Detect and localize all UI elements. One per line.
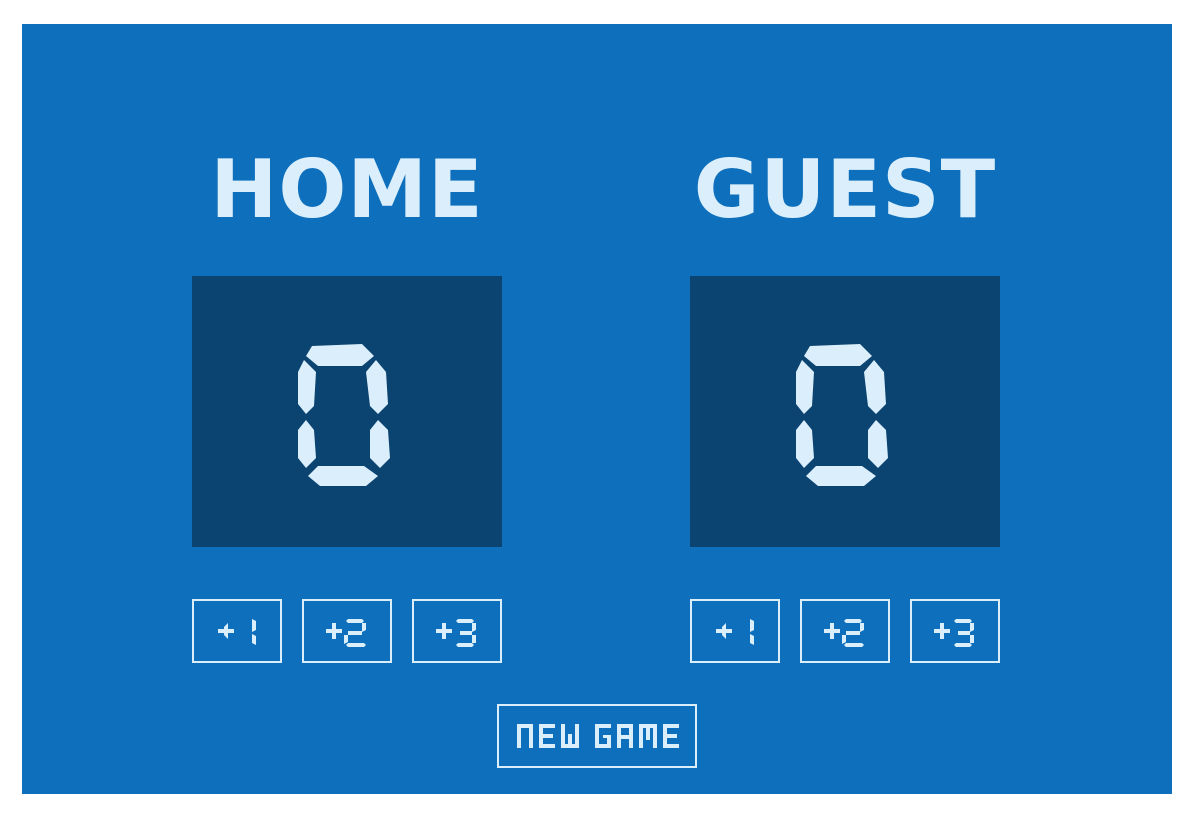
- home-score-buttons: +1 +2: [192, 599, 502, 663]
- new-game-glyphs: [517, 724, 679, 748]
- guest-score-display: 0: [690, 276, 1000, 547]
- home-plus-1-button[interactable]: +1: [192, 599, 282, 663]
- guest-plus-1-button[interactable]: +1: [690, 599, 780, 663]
- plus-1-glyph: [716, 619, 754, 645]
- plus-2-glyph: [824, 619, 864, 647]
- guest-plus-3-button[interactable]: +3: [910, 599, 1000, 663]
- guest-score-digit: [796, 344, 888, 486]
- guest-team-label: GUEST: [693, 143, 997, 236]
- plus-1-glyph: [218, 619, 256, 645]
- home-plus-2-button[interactable]: +2: [302, 599, 392, 663]
- home-team-label: HOME: [210, 143, 484, 236]
- plus-3-glyph: [436, 619, 476, 647]
- plus-2-glyph: [326, 619, 366, 647]
- guest-score-buttons: +1 +2: [690, 599, 1000, 663]
- home-plus-3-button[interactable]: +3: [412, 599, 502, 663]
- new-game-button[interactable]: NEW GAME: [497, 704, 697, 768]
- guest-score-value: 0: [690, 276, 691, 277]
- guest-plus-2-button[interactable]: +2: [800, 599, 890, 663]
- scoreboard: HOME 0 +1: [22, 24, 1172, 794]
- home-score-display: 0: [192, 276, 502, 547]
- plus-3-glyph: [934, 619, 974, 647]
- home-score-digit: [298, 344, 390, 486]
- home-score-value: 0: [192, 276, 193, 277]
